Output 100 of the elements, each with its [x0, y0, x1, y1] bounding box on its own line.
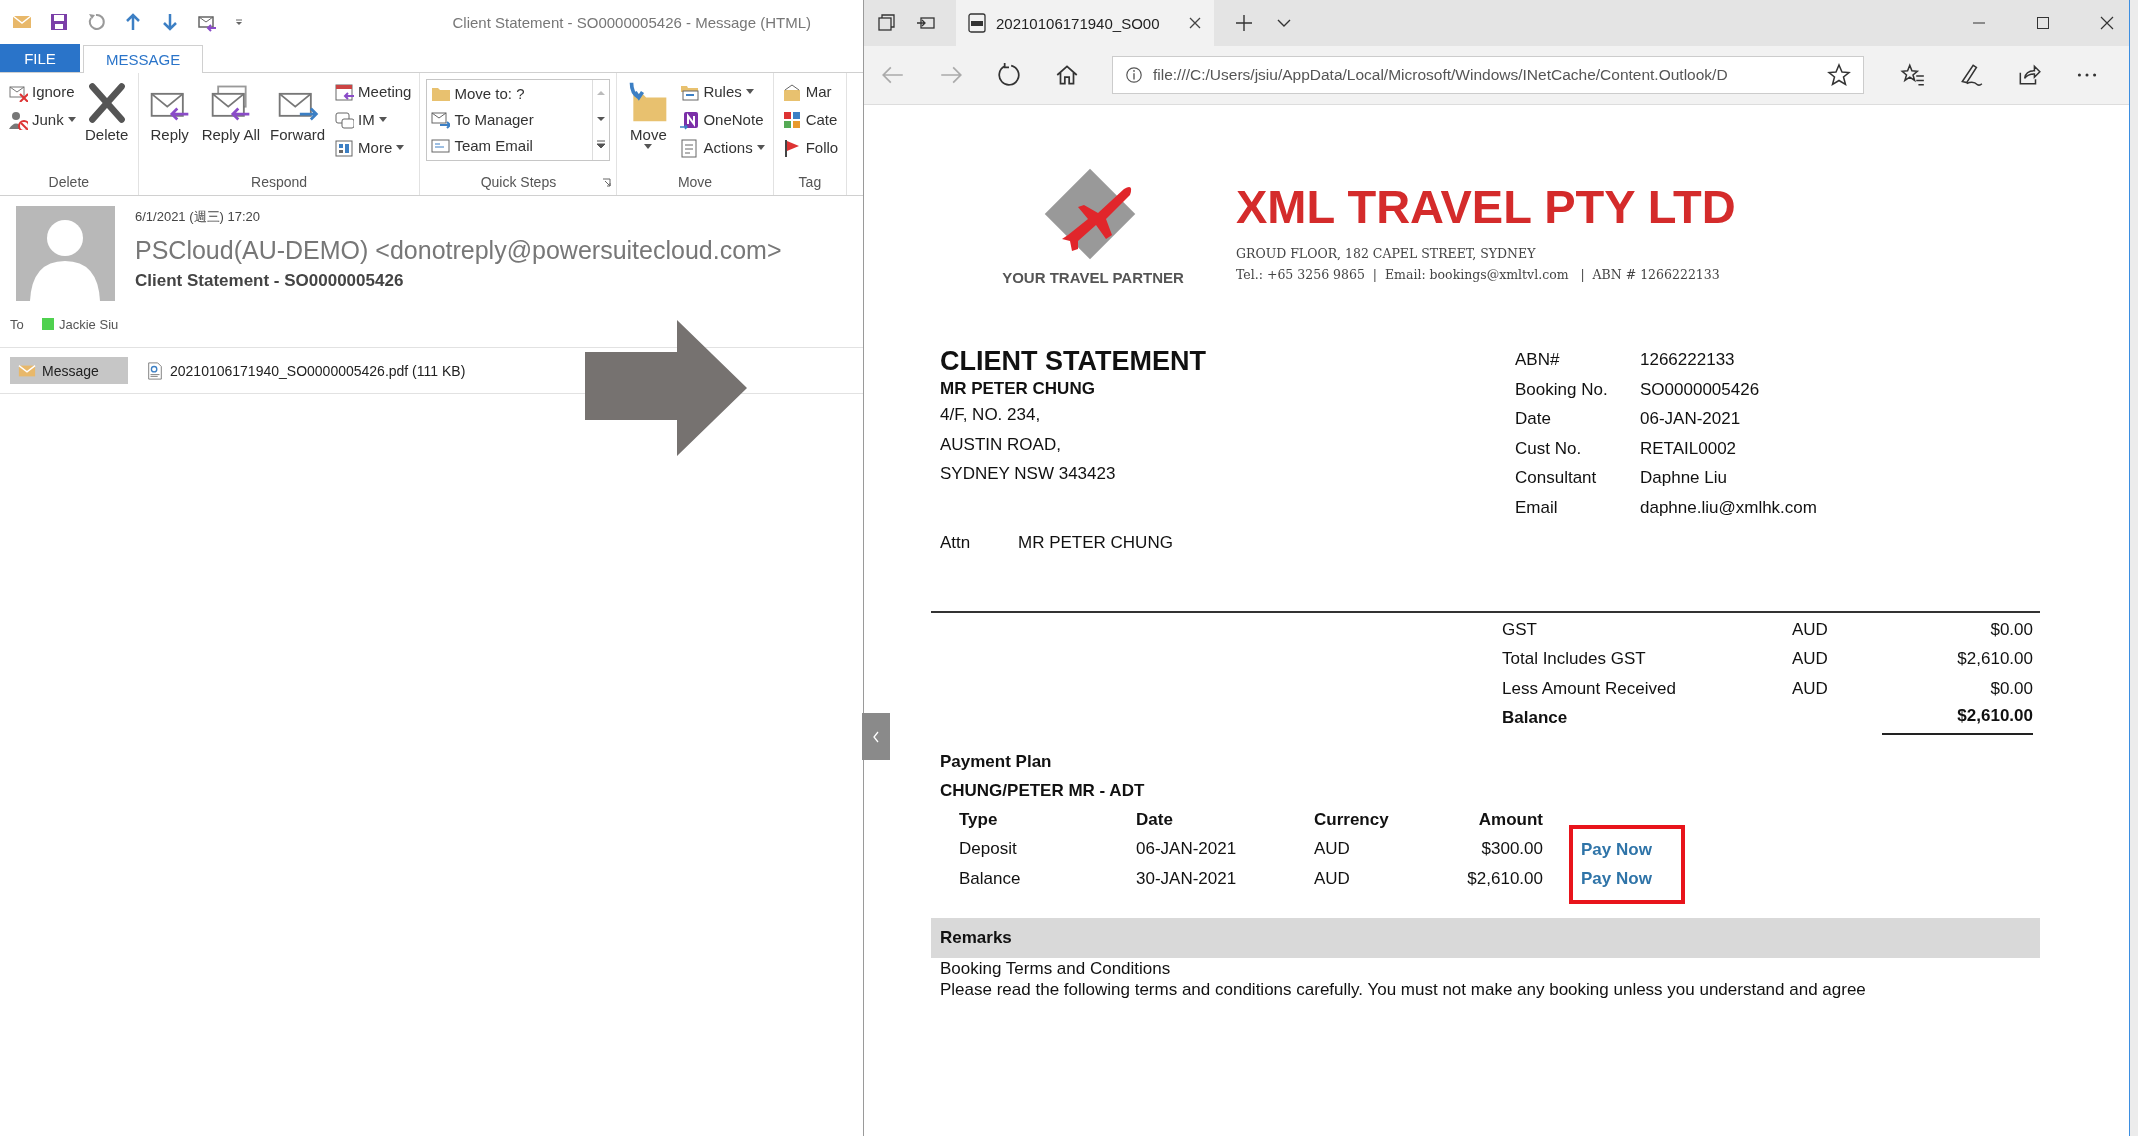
table-cell-text: AUD — [1314, 839, 1351, 860]
client-name: MR PETER CHUNG — [940, 378, 1096, 400]
total-label: Total Includes GST — [1502, 648, 1647, 670]
pay-now-link[interactable]: Pay Now — [1581, 864, 1673, 894]
column-header: Date — [1136, 809, 1174, 830]
file-icon — [146, 361, 164, 380]
attn-value: MR PETER CHUNG — [1018, 532, 1173, 554]
caret-icon — [67, 117, 76, 122]
detail-value: 06-JAN-2021 — [1640, 408, 1742, 430]
remarks-text: Please read the following terms and conditions carefully. You must not make any booking unless you understand and agree — [939, 978, 1867, 1000]
detail-label: Cust No. — [1515, 437, 1583, 460]
currency-cell-text: AUD — [1792, 618, 1829, 641]
pdf-file-icon — [968, 13, 986, 33]
pay-now-link[interactable]: Pay Now — [1581, 834, 1673, 864]
chat-icon — [334, 109, 355, 130]
passenger-name: CHUNG/PETER MR - ADT — [939, 780, 1146, 802]
ribbon-button[interactable]: Mar — [779, 79, 841, 104]
ribbon-button[interactable]: Cate — [779, 107, 841, 132]
tab-manager-icon[interactable] — [876, 13, 896, 33]
attachment-item[interactable]: 20210106171940_SO0000005426.pdf (111 KB) — [138, 357, 474, 384]
ribbon-tab[interactable]: MESSAGE — [83, 45, 204, 73]
grid-icon — [334, 137, 355, 158]
ribbon-button[interactable]: Reply All — [198, 79, 264, 146]
quick-step-item[interactable]: Team Email — [427, 132, 593, 158]
ribbon-button[interactable]: Ignore — [6, 79, 78, 104]
refresh-icon[interactable] — [996, 62, 1022, 88]
ribbon-button[interactable]: Reply — [144, 79, 195, 146]
total-label: GST — [1502, 618, 1538, 641]
favorites-list-icon[interactable] — [1900, 62, 1926, 88]
undo-icon[interactable] — [86, 12, 106, 32]
group-label: Delete — [48, 174, 90, 190]
group-label: Move — [677, 174, 713, 190]
address-line: SYDNEY NSW 343423 — [940, 463, 1117, 485]
payment-plan-title: Payment Plan — [939, 751, 1053, 773]
statement-title: CLIENT STATEMENT — [940, 345, 1207, 378]
ribbon-button[interactable]: Forward — [267, 79, 329, 146]
table-cell-text: $2,610.00 — [1466, 868, 1543, 889]
save-icon[interactable] — [49, 12, 69, 32]
person-block-icon — [8, 109, 28, 130]
table-cell-text: $300.00 — [1480, 839, 1543, 860]
detail-value: 1266222133 — [1640, 349, 1736, 371]
table-cell-text: Balance — [959, 868, 1022, 889]
color-grid-icon — [781, 109, 802, 130]
ribbon-button[interactable]: Meeting — [332, 79, 414, 104]
close-tab-icon[interactable] — [1188, 16, 1202, 30]
amount-cell: $2,610.00 — [1882, 703, 2033, 735]
ribbon-button[interactable]: OneNote — [677, 107, 767, 132]
down-arrow-icon[interactable] — [160, 12, 180, 32]
dialog-launcher-icon[interactable] — [602, 178, 613, 188]
to-label: To — [10, 316, 25, 332]
company-tagline: YOUR TRAVEL PARTNER — [1002, 269, 1184, 286]
message-date: 6/1/2021 (週三) 17:20 — [135, 208, 262, 226]
ribbon-button[interactable]: More — [332, 135, 414, 160]
ribbon-button[interactable]: Follo — [779, 135, 841, 160]
group-label: Tag — [798, 174, 822, 190]
detail-value: SO0000005426 — [1640, 378, 1761, 401]
ribbon-button[interactable]: Actions — [677, 135, 767, 160]
company-contact: Tel.: +65 3256 9865 | Email: bookings@xmltvl.com | ABN # 1266222133 — [1236, 267, 1721, 282]
detail-label: Consultant — [1515, 467, 1598, 489]
new-tab-icon[interactable] — [1234, 13, 1254, 33]
tab-title: 20210106171940_SO00 — [996, 14, 1161, 32]
window-title: Client Statement - SO0000005426 - Message (HTML) — [452, 13, 811, 31]
remarks-title: Remarks — [940, 927, 1012, 948]
ribbon-button[interactable]: Rules — [677, 79, 767, 104]
caret-icon — [644, 144, 653, 149]
group-label: Quick Steps — [480, 174, 557, 190]
favorite-star-icon[interactable] — [1827, 63, 1851, 87]
pen-icon[interactable] — [1958, 62, 1984, 88]
attachment-item[interactable]: Message — [10, 357, 128, 384]
browser-tab[interactable]: 20210106171940_SO00 — [956, 0, 1214, 46]
detail-value: daphne.liu@xmlhk.com — [1640, 496, 1817, 519]
quick-step-item[interactable]: To Manager — [427, 106, 593, 132]
address-bar[interactable]: file:///C:/Users/jsiu/AppData/Local/Microsoft/Windows/INetCache/Content.Outlook/D — [1112, 56, 1864, 94]
detail-label: Date — [1515, 408, 1552, 430]
address-line: AUSTIN ROAD, — [940, 433, 1062, 456]
panel-toggle-button[interactable] — [862, 713, 890, 760]
ribbon-tab[interactable]: FILE — [0, 44, 80, 72]
caret-icon — [756, 145, 765, 150]
quick-step-item[interactable]: Move to: ? — [427, 80, 593, 106]
amount-cell-text: $2,610.00 — [1956, 648, 2033, 670]
column-header: Amount — [1477, 809, 1543, 830]
sender-name: PSCloud(AU-DEMO) <donotreply@powersuitecloud.com> — [135, 236, 782, 265]
table-cell-text: AUD — [1314, 868, 1351, 889]
column-header: Currency — [1314, 809, 1390, 830]
detail-value: RETAIL0002 — [1640, 437, 1738, 460]
envelope-arrow-icon — [430, 109, 451, 129]
info-icon[interactable] — [1125, 66, 1143, 84]
ribbon-button[interactable]: IM — [332, 107, 414, 132]
currency-cell-text: AUD — [1792, 677, 1829, 700]
customize-caret-icon[interactable] — [234, 17, 244, 27]
notebook-icon — [679, 109, 700, 130]
group-label: Respond — [251, 174, 308, 190]
table-cell-text: 30-JAN-2021 — [1136, 868, 1238, 889]
ribbon-button[interactable]: Move — [623, 79, 674, 151]
address-line: 4/F, NO. 234, — [940, 404, 1042, 426]
recipient-name[interactable]: Jackie Siu — [59, 316, 119, 332]
ribbon-button[interactable]: Delete — [81, 79, 132, 146]
detail-value: Daphne Liu — [1640, 467, 1728, 489]
calendar-icon — [334, 81, 355, 102]
ribbon-button[interactable]: Junk — [6, 107, 78, 132]
